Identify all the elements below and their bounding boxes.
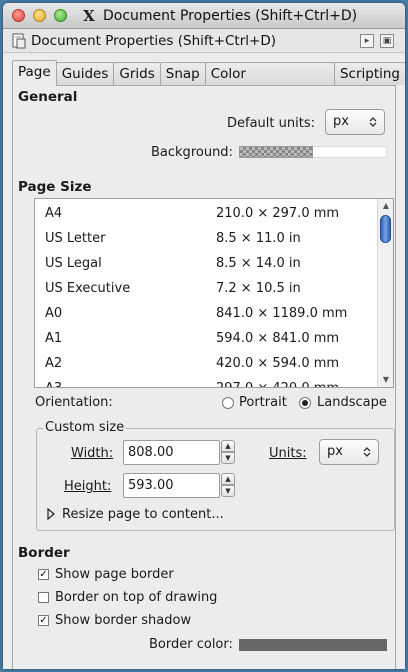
dock-header: Document Properties (Shift+Ctrl+D) ▸ ▣ — [3, 29, 405, 53]
border-color-button[interactable] — [239, 639, 387, 651]
chevron-updown-icon — [369, 117, 377, 127]
custom-units-select[interactable]: px — [319, 439, 379, 465]
general-heading: General — [18, 89, 78, 105]
page-size-name: A3 — [45, 376, 62, 387]
document-properties-window: X Document Properties (Shift+Ctrl+D) Doc… — [3, 3, 405, 669]
border-color-label: Border color: — [149, 637, 233, 652]
tab-snap[interactable]: Snap — [159, 62, 206, 85]
background-label: Background: — [151, 145, 233, 160]
document-properties-icon — [12, 33, 26, 49]
close-button[interactable] — [12, 9, 25, 22]
page-size-name: A1 — [45, 331, 63, 346]
show-page-border-checkbox[interactable]: ✓ — [38, 569, 49, 580]
dock-title: Document Properties (Shift+Ctrl+D) — [31, 33, 277, 49]
page-size-dimensions: 297.0 × 420.0 mm — [216, 376, 339, 387]
page-size-name: US Executive — [45, 281, 131, 296]
custom-size-legend: Custom size — [43, 420, 127, 435]
page-size-dimensions: 7.2 × 10.5 in — [216, 281, 301, 296]
tab-color-management[interactable]: Color Management — [204, 62, 335, 105]
page-size-scrollbar[interactable]: ▲ ▼ — [377, 199, 393, 387]
resize-page-to-content-expander[interactable]: Resize page to content... — [62, 507, 224, 522]
border-on-top-checkbox[interactable] — [38, 592, 49, 603]
scroll-up-icon[interactable]: ▲ — [381, 201, 391, 210]
page-size-name: US Letter — [45, 231, 106, 246]
close-dock-button[interactable]: ▣ — [380, 34, 394, 48]
width-increment[interactable]: ▲ — [221, 440, 235, 452]
page-size-name: A0 — [45, 306, 63, 321]
border-on-top-label[interactable]: Border on top of drawing — [55, 590, 217, 605]
background-swatch-opaque — [313, 146, 387, 158]
zoom-button[interactable] — [54, 9, 67, 22]
chevron-updown-icon — [363, 447, 371, 457]
page-size-dimensions: 841.0 × 1189.0 mm — [216, 306, 348, 321]
tab-scripting[interactable]: Scripting — [333, 62, 405, 85]
title-bar: X Document Properties (Shift+Ctrl+D) — [3, 3, 405, 29]
background-swatch-alpha — [239, 146, 313, 158]
scroll-thumb[interactable] — [380, 215, 391, 243]
border-heading: Border — [18, 545, 70, 561]
width-decrement[interactable]: ▼ — [221, 452, 235, 464]
page-size-name: US Legal — [45, 256, 102, 271]
tab-bar: Page Guides Grids Snap Color Management … — [12, 60, 405, 105]
height-stepper[interactable]: ▲ ▼ — [221, 473, 235, 498]
show-border-shadow-label[interactable]: Show border shadow — [55, 613, 191, 628]
page-size-dimensions: 8.5 × 14.0 in — [216, 256, 301, 271]
width-label: Width: — [71, 446, 114, 461]
list-item[interactable]: A1 594.0 × 841.0 mm — [35, 326, 375, 351]
show-page-border-label[interactable]: Show page border — [55, 567, 174, 582]
height-input[interactable]: 593.00 — [123, 473, 220, 498]
list-item[interactable]: A3 297.0 × 420.0 mm — [35, 376, 375, 387]
landscape-label[interactable]: Landscape — [317, 395, 387, 410]
expander-triangle-icon[interactable] — [47, 508, 55, 520]
page-size-heading: Page Size — [18, 179, 92, 195]
height-decrement[interactable]: ▼ — [221, 485, 235, 497]
default-units-label: Default units: — [227, 116, 315, 131]
custom-units-value: px — [327, 444, 343, 459]
page-size-dimensions: 8.5 × 11.0 in — [216, 231, 301, 246]
page-size-dimensions: 420.0 × 594.0 mm — [216, 356, 340, 371]
width-input[interactable]: 808.00 — [123, 440, 220, 465]
iconify-button[interactable]: ▸ — [360, 34, 374, 48]
list-item[interactable]: US Legal 8.5 × 14.0 in — [35, 251, 375, 276]
landscape-radio[interactable] — [299, 397, 311, 409]
page-size-list[interactable]: A4 210.0 × 297.0 mm US Letter 8.5 × 11.0… — [34, 198, 394, 388]
height-increment[interactable]: ▲ — [221, 473, 235, 485]
portrait-label[interactable]: Portrait — [239, 395, 287, 410]
page-size-dimensions: 594.0 × 841.0 mm — [216, 331, 340, 346]
minimize-button[interactable] — [33, 9, 46, 22]
show-border-shadow-checkbox[interactable]: ✓ — [38, 615, 49, 626]
list-item[interactable]: US Executive 7.2 × 10.5 in — [35, 276, 375, 301]
default-units-value: px — [333, 114, 349, 129]
width-stepper[interactable]: ▲ ▼ — [221, 440, 235, 465]
window-title: Document Properties (Shift+Ctrl+D) — [103, 8, 358, 24]
list-item[interactable]: A4 210.0 × 297.0 mm — [35, 201, 375, 226]
tab-grids[interactable]: Grids — [113, 62, 161, 85]
default-units-select[interactable]: px — [325, 109, 385, 135]
tab-page[interactable]: Page — [12, 60, 57, 86]
list-item[interactable]: US Letter 8.5 × 11.0 in — [35, 226, 375, 251]
tab-guides[interactable]: Guides — [55, 62, 115, 85]
orientation-label: Orientation: — [35, 395, 113, 410]
page-size-name: A2 — [45, 356, 63, 371]
units-label: Units: — [269, 446, 307, 461]
portrait-radio[interactable] — [222, 397, 234, 409]
list-item[interactable]: A2 420.0 × 594.0 mm — [35, 351, 375, 376]
scroll-down-icon[interactable]: ▼ — [381, 375, 391, 384]
page-size-dimensions: 210.0 × 297.0 mm — [216, 206, 340, 221]
page-size-name: A4 — [45, 206, 63, 221]
list-item[interactable]: A0 841.0 × 1189.0 mm — [35, 301, 375, 326]
height-label: Height: — [64, 479, 112, 494]
x11-icon: X — [83, 7, 95, 25]
